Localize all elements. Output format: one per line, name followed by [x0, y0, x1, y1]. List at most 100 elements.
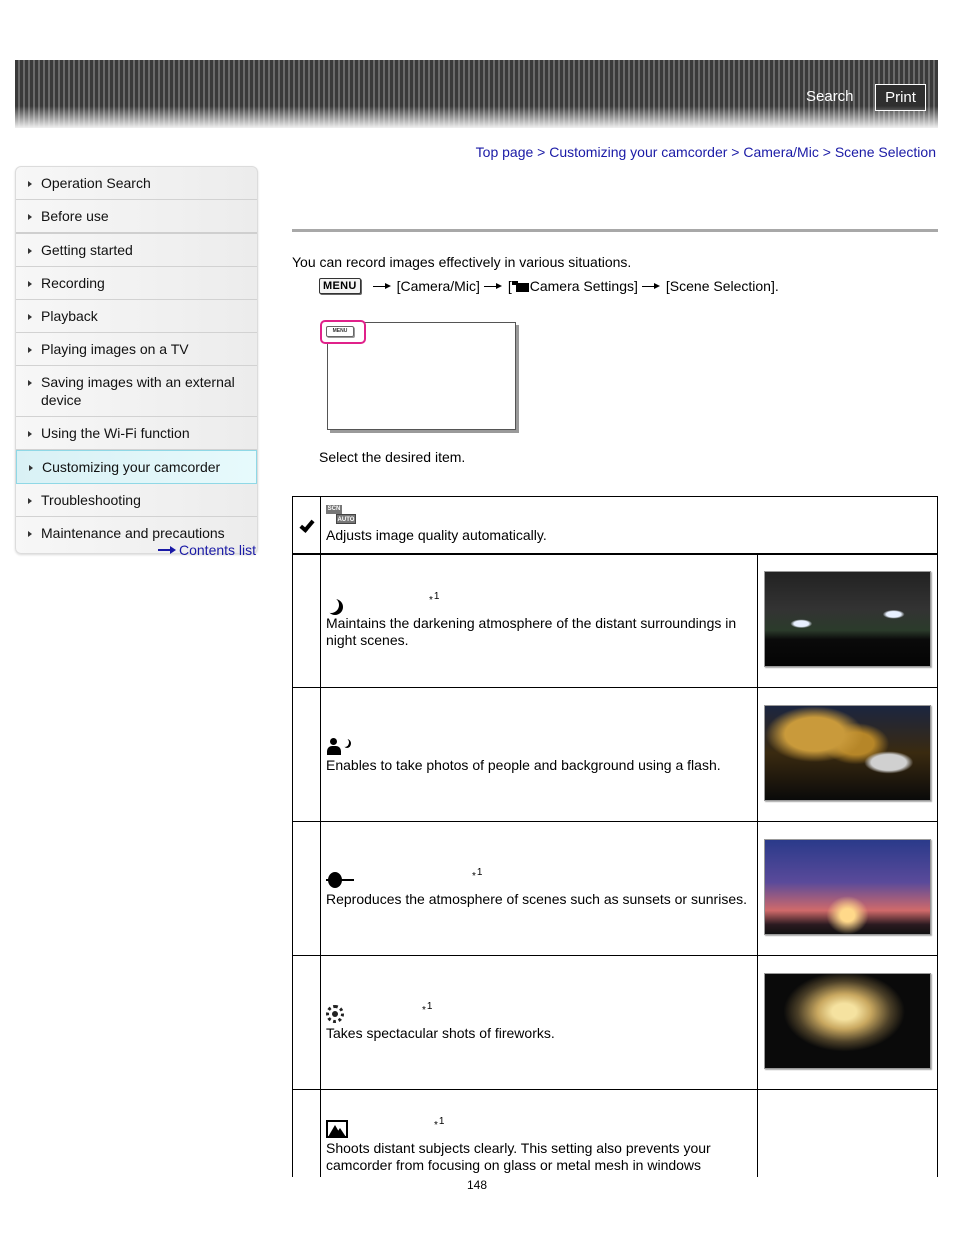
contents-list-label: Contents list — [179, 542, 257, 558]
sidebar-item-label: Getting started — [41, 242, 133, 258]
sidebar-item-label: Maintenance and precautions — [41, 525, 225, 541]
header-bar: Search Print — [15, 60, 938, 128]
triangle-right-icon — [28, 347, 32, 353]
sidebar-item-recording[interactable]: Recording — [16, 267, 257, 300]
triangle-right-icon — [28, 431, 32, 437]
footnote-number: 1 — [438, 1116, 445, 1127]
sunset-palms-photo — [764, 838, 931, 935]
camera-settings-icon — [511, 280, 529, 292]
sidebar-item-wifi[interactable]: Using the Wi-Fi function — [16, 417, 257, 450]
scene-description-cell: * 1 Shoots distant subjects clearly. This… — [320, 1089, 758, 1190]
checkmark-icon — [298, 517, 315, 534]
selected-cell — [292, 553, 321, 688]
scene-table: SCN AUTO Adjusts image quality automatica… — [292, 496, 938, 1190]
fireworks-photo — [764, 972, 931, 1069]
scene-description: Enables to take photos of people and bac… — [326, 757, 721, 773]
footnote-number: 1 — [476, 867, 483, 878]
breadcrumb-scene-selection[interactable]: Scene Selection — [835, 144, 936, 160]
contents-list-link[interactable]: Contents list — [158, 542, 256, 558]
fireworks-icon — [326, 1005, 344, 1023]
select-instruction: Select the desired item. — [319, 449, 466, 465]
scene-description: Adjusts image quality automatically. — [326, 527, 547, 544]
arrow-right-icon — [158, 546, 176, 554]
step-camera-settings: Camera Settings] — [529, 278, 638, 294]
sidebar-item-label: Customizing your camcorder — [42, 459, 221, 475]
scene-description: Reproduces the atmosphere of scenes such… — [326, 891, 747, 907]
breadcrumb-separator: > — [537, 144, 546, 160]
arrow-right-icon — [372, 283, 391, 291]
sidebar-item-playing-on-tv[interactable]: Playing images on a TV — [16, 333, 257, 366]
breadcrumb: Top page > Customizing your camcorder > … — [476, 144, 936, 160]
breadcrumb-top-page[interactable]: Top page — [476, 144, 534, 160]
footnote-number: 1 — [433, 590, 440, 602]
table-row[interactable]: SCN AUTO Adjusts image quality automatica… — [292, 496, 938, 555]
table-row[interactable]: * 1 Maintains the darkening atmosphere of… — [292, 553, 938, 688]
scene-description: Maintains the darkening atmosphere of th… — [326, 614, 737, 648]
night-portrait-photo — [764, 704, 931, 801]
selected-cell — [292, 821, 321, 956]
sidebar-item-getting-started[interactable]: Getting started — [16, 234, 257, 267]
selected-cell — [292, 687, 321, 822]
triangle-right-icon — [28, 380, 32, 386]
menu-key-icon: MENU — [319, 278, 361, 294]
footnote-marker: * — [429, 594, 433, 606]
step-camera-mic: [Camera/Mic] — [396, 278, 480, 294]
lcd-screen-illustration: MENU — [320, 320, 516, 430]
triangle-right-icon — [28, 498, 32, 504]
breadcrumb-camera-mic[interactable]: Camera/Mic — [743, 144, 818, 160]
triangle-right-icon — [28, 181, 32, 187]
triangle-right-icon — [28, 248, 32, 254]
sidebar-item-saving-images[interactable]: Saving images with an external device — [16, 366, 257, 417]
table-row[interactable]: Enables to take photos of people and bac… — [292, 687, 938, 822]
menu-highlight: MENU — [320, 320, 366, 344]
scene-photo-cell — [757, 687, 938, 822]
scene-description: Takes spectacular shots of fireworks. — [326, 1025, 555, 1041]
triangle-right-icon — [28, 281, 32, 287]
mini-menu-button-icon: MENU — [326, 326, 354, 337]
breadcrumb-separator: > — [822, 144, 831, 160]
sunset-icon — [326, 871, 356, 889]
sidebar-item-label: Playing images on a TV — [41, 341, 189, 357]
scn-auto-icon: SCN AUTO — [326, 505, 356, 525]
table-row[interactable]: * 1 Reproduces the atmosphere of scenes s… — [292, 821, 938, 956]
sidebar-item-label: Before use — [41, 208, 109, 224]
sidebar-item-label: Operation Search — [41, 175, 151, 191]
sidebar-nav: Operation Search Before use Getting star… — [15, 166, 258, 554]
table-row[interactable]: * 1 Shoots distant subjects clearly. This… — [292, 1089, 938, 1190]
sidebar-item-customizing[interactable]: Customizing your camcorder — [16, 450, 257, 484]
sidebar-item-playback[interactable]: Playback — [16, 300, 257, 333]
sidebar-item-label: Troubleshooting — [41, 492, 141, 508]
intro-text: You can record images effectively in var… — [292, 254, 632, 270]
triangle-right-icon — [29, 465, 33, 471]
print-button[interactable]: Print — [875, 84, 926, 111]
scene-description: Shoots distant subjects clearly. This se… — [326, 1140, 711, 1173]
breadcrumb-separator: > — [731, 144, 740, 160]
scene-description-cell: * 1 Takes spectacular shots of fireworks. — [320, 955, 758, 1090]
scene-description-cell: * 1 Reproduces the atmosphere of scenes s… — [320, 821, 758, 956]
footnote-number: 1 — [426, 1001, 433, 1012]
arrow-right-icon — [483, 283, 502, 291]
night-bridge-photo — [764, 570, 931, 667]
triangle-right-icon — [28, 314, 32, 320]
search-link[interactable]: Search — [806, 88, 854, 105]
scene-photo-cell — [757, 1089, 938, 1190]
sidebar-item-label: Playback — [41, 308, 98, 324]
sidebar-item-before-use[interactable]: Before use — [16, 200, 257, 234]
breadcrumb-customizing[interactable]: Customizing your camcorder — [549, 144, 727, 160]
landscape-icon — [326, 1120, 348, 1138]
sidebar-item-troubleshooting[interactable]: Troubleshooting — [16, 484, 257, 517]
selected-cell — [292, 955, 321, 1090]
scene-photo-cell — [757, 553, 938, 688]
night-portrait-icon — [326, 737, 350, 755]
step-scene-selection: [Scene Selection]. — [665, 278, 779, 294]
footnote-marker: * — [422, 1005, 426, 1016]
arrow-right-icon — [641, 283, 660, 291]
scene-photo-cell — [757, 955, 938, 1090]
sidebar-item-operation-search[interactable]: Operation Search — [16, 167, 257, 200]
table-row[interactable]: * 1 Takes spectacular shots of fireworks. — [292, 955, 938, 1090]
title-divider — [292, 229, 938, 232]
footnote-marker: * — [472, 871, 476, 882]
scene-photo-cell — [757, 821, 938, 956]
sidebar-item-label: Saving images with an external device — [41, 374, 235, 408]
sidebar-item-label: Using the Wi-Fi function — [41, 425, 190, 441]
